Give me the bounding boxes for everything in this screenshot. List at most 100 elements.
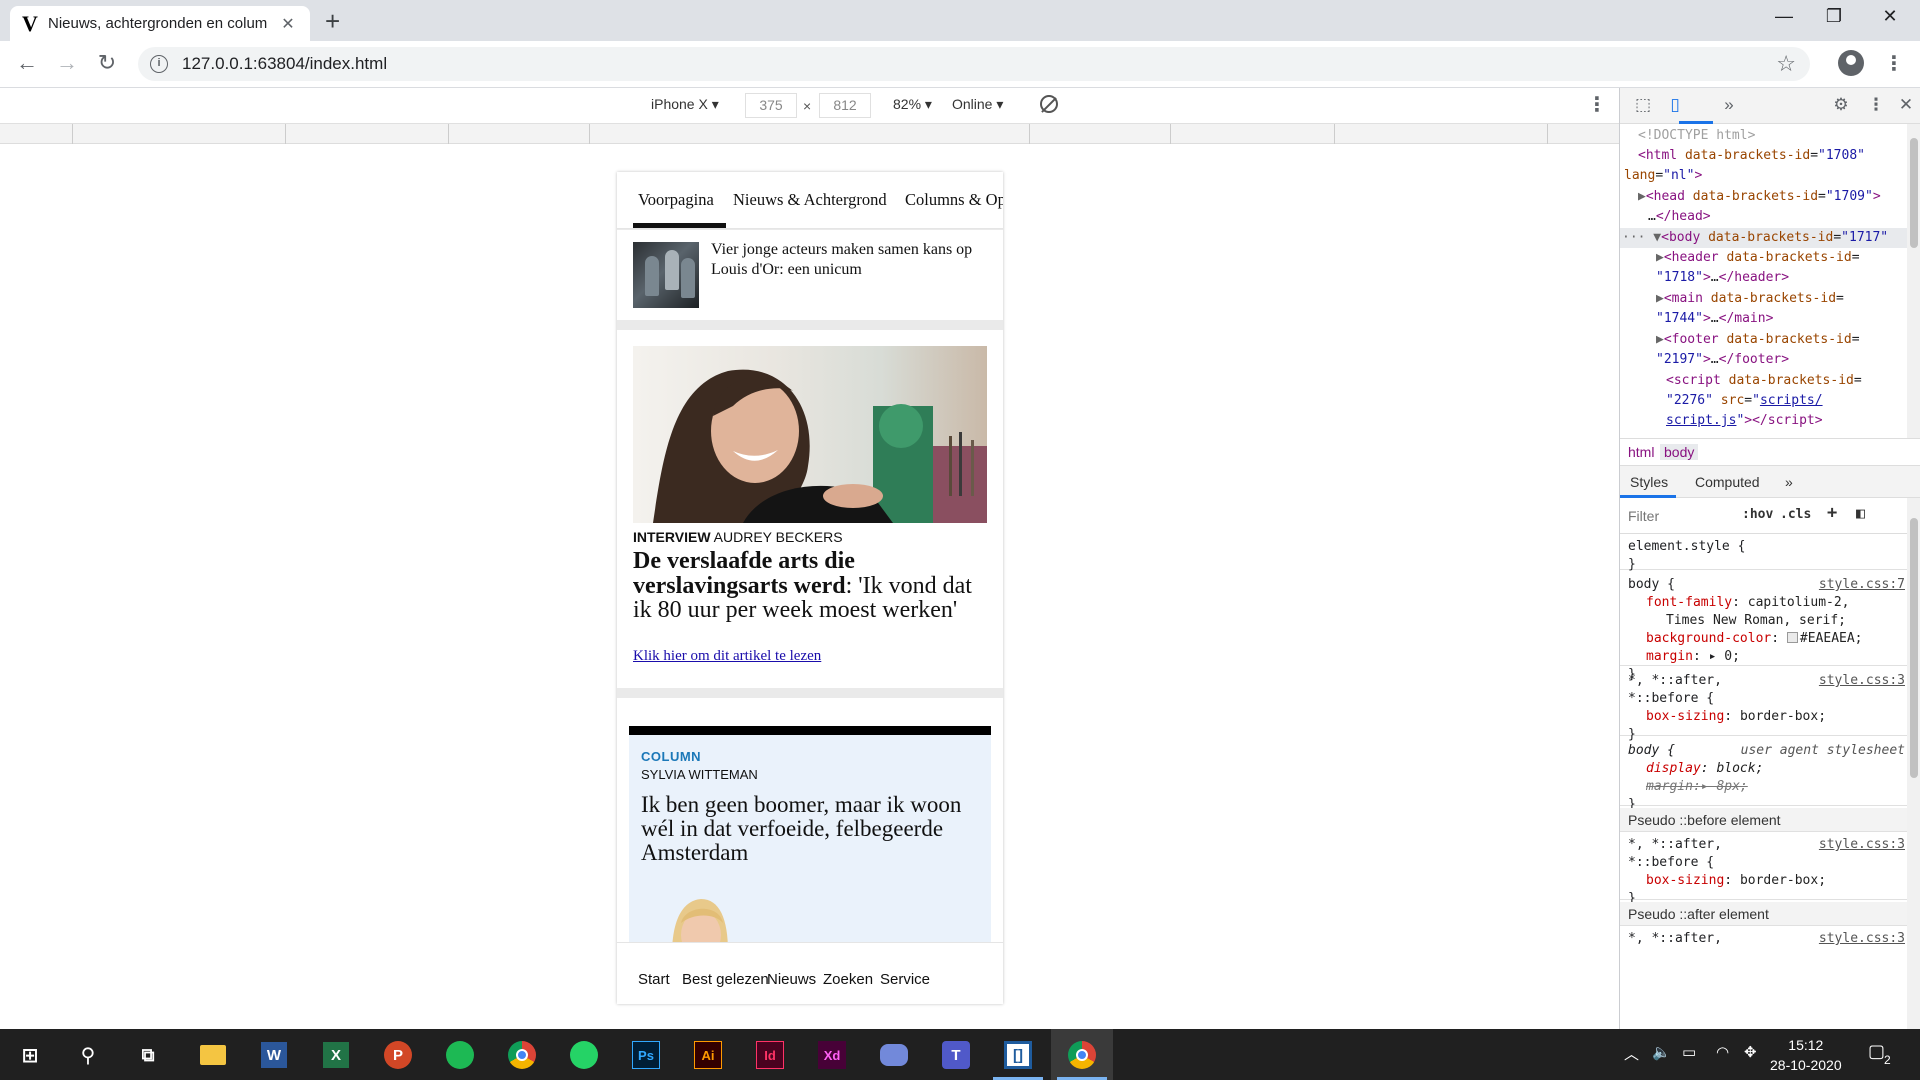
reload-icon[interactable]: ↻ bbox=[92, 51, 122, 75]
crumb-html[interactable]: html bbox=[1624, 444, 1658, 460]
hover-state-toggle[interactable]: :hov bbox=[1742, 507, 1773, 522]
feature-article-card[interactable]: INTERVIEW AUDREY BECKERS De verslaafde a… bbox=[617, 330, 1003, 688]
read-article-link[interactable]: Klik hier om dit artikel te lezen bbox=[633, 648, 821, 665]
tray-overflow-icon[interactable]: ︿ bbox=[1624, 1043, 1639, 1064]
footer-node-id[interactable]: "2197">…</footer> bbox=[1656, 350, 1789, 371]
more-panels-icon[interactable]: » bbox=[1718, 95, 1740, 115]
small-article-headline[interactable]: Vier jonge acteurs maken samen kans op L… bbox=[711, 240, 991, 280]
media-query-bar[interactable] bbox=[0, 124, 1619, 144]
device-select[interactable]: iPhone X ▾ bbox=[651, 96, 719, 113]
style-source-link[interactable]: style.css:7 bbox=[1819, 576, 1905, 594]
taskbar-powerpoint[interactable]: P bbox=[380, 1037, 416, 1073]
nav-item-columns[interactable]: Columns & Op bbox=[905, 190, 1003, 210]
url-text[interactable]: 127.0.0.1:63804/index.html bbox=[182, 54, 387, 74]
more-tabs-icon[interactable]: » bbox=[1785, 474, 1793, 490]
header-node-id[interactable]: "1718">…</header> bbox=[1656, 268, 1789, 289]
script-node-src-cont[interactable]: script.js"></script> bbox=[1666, 411, 1823, 432]
search-icon[interactable]: ⚲ bbox=[70, 1037, 106, 1073]
script-node-src[interactable]: "2276" src="scripts/ bbox=[1666, 391, 1823, 412]
feature-headline[interactable]: De verslaafde arts die verslavingsarts w… bbox=[633, 549, 987, 623]
task-view-icon[interactable]: ⧉ bbox=[130, 1037, 166, 1073]
windows-start-icon[interactable]: ⊞ bbox=[12, 1037, 48, 1073]
chrome-menu-icon[interactable]: ⋮ bbox=[1882, 51, 1906, 76]
battery-icon[interactable]: ▭ bbox=[1682, 1043, 1696, 1061]
taskbar-chrome[interactable] bbox=[504, 1037, 540, 1073]
profile-avatar-icon[interactable] bbox=[1838, 50, 1864, 76]
rule-user-agent[interactable]: body {user agent stylesheet display: blo… bbox=[1620, 738, 1907, 812]
inspect-element-icon[interactable]: ⬚ bbox=[1632, 95, 1654, 115]
browser-tab[interactable]: V Nieuws, achtergronden en colum ✕ bbox=[10, 6, 310, 41]
rule-body[interactable]: body {style.css:7 font-family: capitoliu… bbox=[1620, 572, 1907, 682]
style-source-link[interactable]: style.css:3 bbox=[1819, 930, 1905, 948]
column-headline[interactable]: Ik ben geen boomer, maar ik woon wél in … bbox=[641, 793, 971, 865]
elements-scrollbar[interactable] bbox=[1907, 124, 1920, 438]
new-tab-button[interactable]: + bbox=[325, 8, 340, 34]
nav-item-nieuws[interactable]: Nieuws & Achtergrond bbox=[733, 190, 887, 210]
close-tab-icon[interactable]: ✕ bbox=[278, 14, 298, 34]
style-source-link[interactable]: style.css:3 bbox=[1819, 672, 1905, 690]
taskbar-photoshop[interactable]: Ps bbox=[628, 1037, 664, 1073]
main-node[interactable]: ▶<main data-brackets-id= bbox=[1656, 289, 1844, 310]
settings-gear-icon[interactable]: ⚙ bbox=[1830, 95, 1852, 115]
rule-element-style[interactable]: element.style { } bbox=[1620, 534, 1907, 572]
close-devtools-icon[interactable]: ✕ bbox=[1895, 95, 1917, 115]
new-rule-icon[interactable]: + bbox=[1827, 503, 1837, 523]
dropbox-icon[interactable]: ✥ bbox=[1744, 1043, 1757, 1061]
taskbar-file-explorer[interactable] bbox=[195, 1037, 231, 1073]
column-card[interactable]: COLUMN SYLVIA WITTEMAN Ik ben geen boome… bbox=[629, 726, 991, 956]
header-node[interactable]: ▶<header data-brackets-id= bbox=[1656, 248, 1860, 269]
taskbar-brackets[interactable]: [] bbox=[1000, 1037, 1036, 1073]
taskbar-xd[interactable]: Xd bbox=[814, 1037, 850, 1073]
nav-item-voorpagina[interactable]: Voorpagina bbox=[638, 190, 714, 210]
crumb-body[interactable]: body bbox=[1660, 444, 1699, 460]
taskbar-illustrator[interactable]: Ai bbox=[690, 1037, 726, 1073]
taskbar-spotify[interactable] bbox=[442, 1037, 478, 1073]
zoom-select[interactable]: 82% ▾ bbox=[893, 96, 932, 113]
color-swatch-icon[interactable] bbox=[1786, 632, 1798, 643]
back-arrow-icon[interactable]: ← bbox=[12, 51, 42, 75]
volume-icon[interactable]: 🔈 bbox=[1652, 1043, 1671, 1061]
taskbar-teams[interactable]: T bbox=[938, 1037, 974, 1073]
close-window-icon[interactable]: ✕ bbox=[1870, 6, 1910, 27]
network-throttle-select[interactable]: Online ▾ bbox=[952, 96, 1003, 113]
device-width-input[interactable]: 375 bbox=[745, 93, 797, 118]
html-node-lang[interactable]: lang="nl"> bbox=[1624, 166, 1702, 187]
style-source-link[interactable]: style.css:3 bbox=[1819, 836, 1905, 854]
taskbar-chrome-window[interactable] bbox=[1064, 1037, 1100, 1073]
wifi-icon[interactable]: ◠ bbox=[1716, 1043, 1729, 1061]
styles-pane[interactable]: element.style { } body {style.css:7 font… bbox=[1620, 534, 1907, 1029]
address-bar[interactable]: i 127.0.0.1:63804/index.html ☆ bbox=[138, 47, 1810, 81]
script-node[interactable]: <script data-brackets-id= bbox=[1666, 371, 1862, 392]
taskbar-discord[interactable] bbox=[876, 1037, 912, 1073]
bookmark-star-icon[interactable]: ☆ bbox=[1776, 51, 1796, 77]
head-node[interactable]: ▶<head data-brackets-id="1709"> bbox=[1638, 187, 1881, 208]
bottom-nav-zoeken[interactable]: Zoeken bbox=[823, 971, 873, 988]
device-toolbar-menu-icon[interactable]: ⋮ bbox=[1585, 92, 1609, 117]
bottom-nav-best-gelezen[interactable]: Best gelezen bbox=[682, 971, 769, 988]
bottom-nav-nieuws[interactable]: Nieuws bbox=[767, 971, 816, 988]
site-info-icon[interactable]: i bbox=[150, 55, 168, 73]
notifications-icon[interactable]: ▢ bbox=[1868, 1041, 1885, 1062]
taskbar-whatsapp[interactable] bbox=[566, 1037, 602, 1073]
restore-icon[interactable]: ❐ bbox=[1814, 6, 1854, 27]
styles-scrollbar[interactable] bbox=[1907, 498, 1920, 1029]
taskbar-indesign[interactable]: Id bbox=[752, 1037, 788, 1073]
taskbar-clock[interactable]: 15:12 28-10-2020 bbox=[1770, 1035, 1842, 1075]
tab-styles[interactable]: Styles bbox=[1630, 474, 1668, 490]
bottom-nav-start[interactable]: Start bbox=[638, 971, 670, 988]
elements-tree[interactable]: <!DOCTYPE html> <html data-brackets-id="… bbox=[1620, 124, 1907, 438]
minimize-icon[interactable]: — bbox=[1764, 6, 1804, 27]
doctype-node[interactable]: <!DOCTYPE html> bbox=[1638, 126, 1755, 147]
devtools-menu-icon[interactable]: ⋮ bbox=[1865, 95, 1887, 115]
toggle-sidebar-icon[interactable]: ◧ bbox=[1856, 504, 1865, 522]
body-node[interactable]: ··· ▼<body data-brackets-id="1717" bbox=[1622, 228, 1888, 249]
taskbar-excel[interactable]: X bbox=[318, 1037, 354, 1073]
device-height-input[interactable]: 812 bbox=[819, 93, 871, 118]
html-node[interactable]: <html data-brackets-id="1708" bbox=[1638, 146, 1865, 167]
styles-filter-input[interactable] bbox=[1624, 504, 1732, 528]
rule-universal-before[interactable]: *, *::after, style.css:3 *::before { box-… bbox=[1620, 832, 1907, 906]
rotate-device-icon[interactable] bbox=[1040, 95, 1058, 113]
class-toggle[interactable]: .cls bbox=[1780, 507, 1811, 522]
main-node-id[interactable]: "1744">…</main> bbox=[1656, 309, 1773, 330]
tab-computed[interactable]: Computed bbox=[1695, 474, 1760, 490]
